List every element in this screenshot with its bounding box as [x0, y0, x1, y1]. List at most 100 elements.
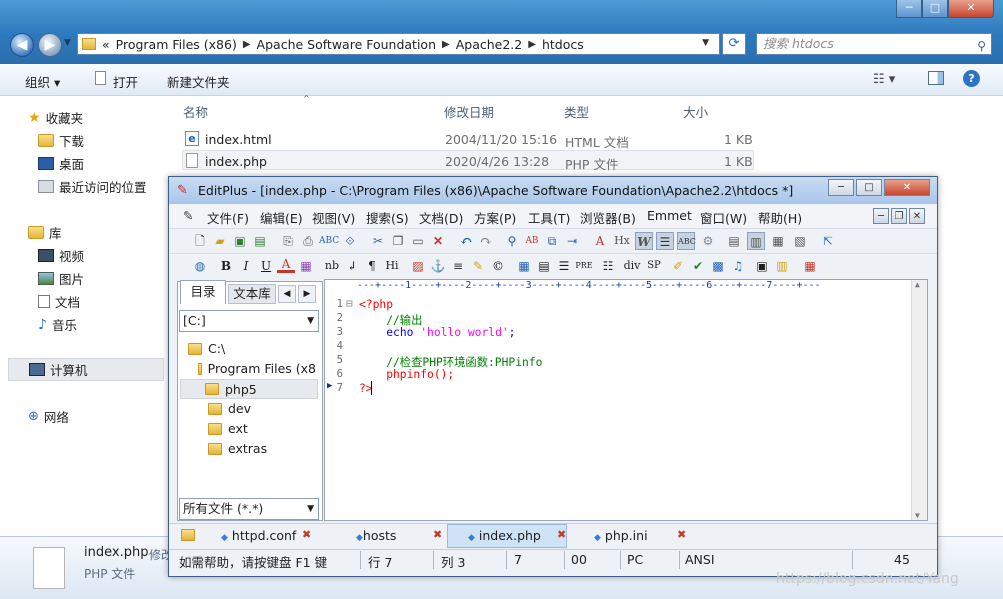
- settings-icon[interactable]: ⚙: [699, 232, 717, 250]
- tree-item[interactable]: C:\: [188, 341, 225, 356]
- pre-icon[interactable]: PRE: [575, 257, 593, 275]
- close-tab-icon[interactable]: ✖: [433, 528, 442, 541]
- anchor-icon[interactable]: ⚓: [429, 257, 447, 275]
- menu-project[interactable]: 方案(P): [474, 208, 516, 227]
- nav-videos[interactable]: 视频: [38, 246, 84, 265]
- menu-search[interactable]: 搜索(S): [366, 208, 409, 227]
- nav-downloads[interactable]: 下载: [38, 131, 84, 150]
- italic-icon[interactable]: I: [237, 257, 255, 275]
- spellcheck-icon[interactable]: ABC: [319, 232, 339, 250]
- doc-restore-button[interactable]: ❐: [891, 208, 907, 224]
- file-filter-select[interactable]: 所有文件 (*.*) ▼: [179, 498, 319, 520]
- nav-favorites[interactable]: ★ 收藏夹: [28, 108, 83, 127]
- paragraph-icon[interactable]: ¶: [363, 257, 381, 275]
- menu-emmet[interactable]: Emmet: [647, 208, 692, 223]
- nav-network[interactable]: ⊕ 网络: [28, 407, 69, 426]
- menu-help[interactable]: 帮助(H): [758, 208, 802, 227]
- column-size[interactable]: 大小: [683, 102, 708, 121]
- tab-php-ini[interactable]: ◆ php.ini: [594, 526, 648, 546]
- status-line-ending[interactable]: PC: [627, 552, 643, 567]
- column-marker-icon[interactable]: ABC: [677, 232, 696, 250]
- nav-computer[interactable]: 计算机: [8, 358, 164, 381]
- print-icon[interactable]: ⎙: [299, 232, 317, 250]
- table-icon[interactable]: ▦: [515, 257, 533, 275]
- check-icon[interactable]: ✔: [689, 257, 707, 275]
- validate-icon[interactable]: ✐: [669, 257, 687, 275]
- preview-pane-icon[interactable]: [928, 71, 944, 85]
- nbsp-icon[interactable]: nb: [323, 257, 341, 275]
- delete-icon[interactable]: ✕: [429, 232, 447, 250]
- span-icon[interactable]: SP: [645, 257, 663, 275]
- nav-desktop[interactable]: 桌面: [38, 154, 84, 173]
- cut-icon[interactable]: ✂: [369, 232, 387, 250]
- doc-minimize-button[interactable]: ─: [873, 208, 889, 224]
- nav-documents[interactable]: 文档: [38, 292, 80, 311]
- replace-icon[interactable]: AB: [523, 232, 541, 250]
- chevron-down-icon[interactable]: ▼: [702, 38, 709, 48]
- browser-icon[interactable]: ◍: [191, 257, 209, 275]
- hex-viewer-icon[interactable]: Hx: [613, 232, 631, 250]
- menu-document[interactable]: 文档(D): [419, 208, 463, 227]
- word-wrap-icon[interactable]: W: [635, 232, 653, 250]
- view-options-icon[interactable]: ☷ ▾: [873, 72, 895, 87]
- div-icon[interactable]: div: [623, 257, 641, 275]
- tree-item[interactable]: Program Files (x8: [198, 361, 316, 376]
- nav-pictures[interactable]: 图片: [38, 269, 84, 288]
- organize-button[interactable]: 组织 ▾: [25, 72, 60, 91]
- chevron-left-icon[interactable]: ◀: [278, 285, 296, 303]
- image-icon[interactable]: ▨: [409, 257, 427, 275]
- close-tab-icon[interactable]: ✖: [302, 528, 311, 541]
- print-preview-icon[interactable]: ⎘: [279, 232, 297, 250]
- frame-icon[interactable]: ▣: [753, 257, 771, 275]
- menu-edit[interactable]: 编辑(E): [260, 208, 303, 227]
- close-button[interactable]: ✕: [884, 179, 930, 196]
- goto-line-icon[interactable]: ⇥: [563, 232, 581, 250]
- doc-close-button[interactable]: ✕: [909, 208, 925, 224]
- chevron-right-icon[interactable]: ▶: [442, 39, 450, 50]
- address-overflow[interactable]: «: [102, 37, 110, 52]
- bold-icon[interactable]: B: [217, 257, 235, 275]
- find-in-files-icon[interactable]: ⧉: [543, 232, 561, 250]
- forward-button[interactable]: ▶: [38, 33, 62, 57]
- minimize-button[interactable]: ─: [828, 179, 854, 196]
- tree-item[interactable]: ext: [208, 421, 248, 436]
- menu-window[interactable]: 窗口(W): [700, 208, 747, 227]
- scroll-up-icon[interactable]: ▲: [915, 280, 920, 289]
- vertical-scrollbar[interactable]: ▲ ▼: [911, 280, 927, 520]
- close-tab-icon[interactable]: ✖: [677, 528, 686, 541]
- search-icon[interactable]: ⚲: [977, 36, 986, 56]
- redo-icon[interactable]: ↷: [477, 232, 495, 250]
- recent-pages-icon[interactable]: ▼: [64, 38, 71, 48]
- column-type[interactable]: 类型: [564, 102, 589, 121]
- line-break-icon[interactable]: ↲: [343, 257, 361, 275]
- preview-icon[interactable]: ⟐: [341, 232, 359, 250]
- color-picker-icon[interactable]: ▦: [297, 257, 315, 275]
- close-tab-icon[interactable]: ✖: [557, 528, 566, 541]
- column-name[interactable]: 名称: [183, 102, 208, 121]
- find-icon[interactable]: ⚲: [503, 232, 521, 250]
- file-row[interactable]: e index.html 2004/11/20 15:16 HTML 文档 1 …: [182, 129, 754, 150]
- layer-icon[interactable]: ▥: [773, 257, 791, 275]
- scroll-down-icon[interactable]: ▼: [915, 511, 920, 520]
- code-editor[interactable]: ---+----1----+----2----+----3----+----4-…: [324, 279, 928, 521]
- save-icon[interactable]: ▣: [231, 232, 249, 250]
- maximize-button[interactable]: □: [922, 0, 948, 18]
- tree-item[interactable]: dev: [208, 401, 251, 416]
- menu-browser[interactable]: 浏览器(B): [580, 208, 636, 227]
- nav-recent[interactable]: 最近访问的位置: [38, 177, 147, 196]
- chevron-right-icon[interactable]: ▶: [528, 39, 536, 50]
- file-row[interactable]: index.php 2020/4/26 13:28 PHP 文件 1 KB: [182, 150, 754, 172]
- music-icon[interactable]: ♫: [729, 257, 747, 275]
- media-icon[interactable]: ▩: [709, 257, 727, 275]
- fold-icon[interactable]: ⊟: [346, 297, 353, 310]
- chevron-right-icon[interactable]: ▶: [243, 39, 251, 50]
- folder-icon[interactable]: [181, 529, 195, 541]
- tab-hosts[interactable]: ◆hosts: [356, 526, 396, 546]
- column-date[interactable]: 修改日期: [444, 102, 494, 121]
- maximize-button[interactable]: □: [856, 179, 882, 196]
- horizontal-rule-icon[interactable]: ≡: [449, 257, 467, 275]
- help-icon[interactable]: ?: [963, 70, 980, 87]
- status-encoding[interactable]: ANSI: [685, 552, 715, 567]
- back-button[interactable]: ◀: [10, 33, 34, 57]
- chevron-right-icon[interactable]: ▶: [298, 285, 316, 303]
